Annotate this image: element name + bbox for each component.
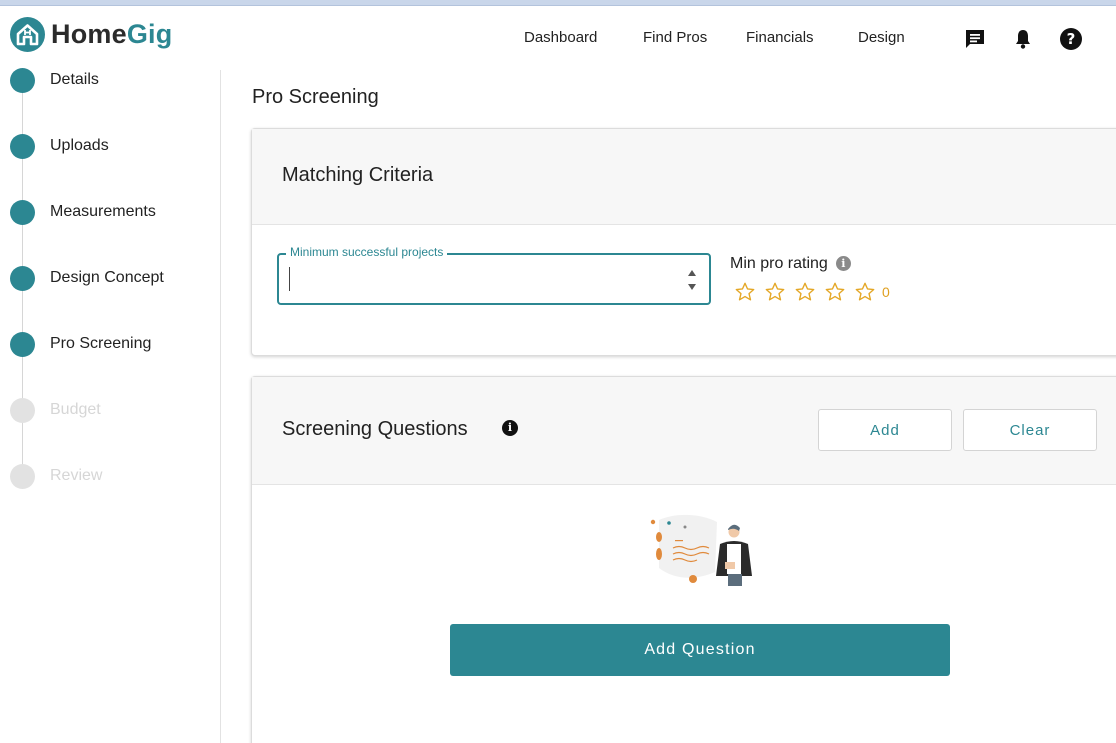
info-icon[interactable]: i [502,420,518,436]
matching-criteria-title: Matching Criteria [282,164,434,186]
step-design-concept[interactable]: Design Concept [10,265,164,291]
step-dot-current [10,331,35,357]
star-icon[interactable] [854,281,876,303]
min-rating-label-row: Min pro rating i [730,255,851,273]
step-measurements[interactable]: Measurements [10,199,156,225]
step-uploads[interactable]: Uploads [10,133,109,159]
screening-questions-title: Screening Questions [282,418,468,440]
min-projects-label: Minimum successful projects [286,245,448,259]
min-rating-label: Min pro rating [730,255,828,272]
min-projects-field[interactable]: Minimum successful projects [277,245,711,305]
house-logo-icon [10,16,45,52]
info-icon[interactable]: i [835,256,851,271]
step-budget[interactable]: Budget [10,397,101,423]
step-pro-screening[interactable]: Pro Screening [10,331,151,357]
star-icon[interactable] [794,281,816,303]
clear-button[interactable]: Clear [963,409,1097,451]
nav-financials[interactable]: Financials [746,29,814,46]
step-dot-complete [10,133,35,159]
step-dot-inactive [10,397,35,423]
min-projects-input[interactable] [289,267,669,291]
stepper-down-icon[interactable] [688,284,696,290]
bell-icon[interactable] [1011,27,1035,51]
nav-find-pros[interactable]: Find Pros [643,29,707,46]
empty-state-illustration [650,514,752,586]
screening-questions-header: Screening Questions i Add Clear [252,377,1116,485]
nav-dashboard[interactable]: Dashboard [524,29,597,46]
step-label: Uploads [50,137,109,154]
logo-text: HomeGig [51,19,172,50]
matching-criteria-card: Matching Criteria Minimum successful pro… [251,128,1116,356]
logo-home-text: Home [51,18,127,49]
homegig-logo[interactable]: HomeGig [10,16,172,52]
progress-sidebar: Details Uploads Measurements Design Conc… [0,67,221,743]
nav-design[interactable]: Design [858,29,905,46]
star-icon[interactable] [824,281,846,303]
step-dot-complete [10,67,35,93]
app-header: HomeGig Dashboard Find Pros Financials D… [0,6,1116,70]
step-dot-inactive [10,463,35,489]
help-icon[interactable]: ? [1059,27,1083,51]
logo-gig-text: Gig [126,18,173,49]
step-details[interactable]: Details [10,67,99,93]
screening-questions-card: Screening Questions i Add Clear Add Ques… [251,376,1116,743]
svg-text:?: ? [1067,30,1076,48]
step-label: Measurements [50,203,156,220]
add-button[interactable]: Add [818,409,952,451]
step-label: Details [50,71,99,88]
step-dot-complete [10,265,35,291]
step-dot-complete [10,199,35,225]
number-stepper[interactable] [685,267,699,293]
step-review[interactable]: Review [10,463,102,489]
step-label: Review [50,467,103,484]
star-icon[interactable] [734,281,756,303]
rating-value: 0 [882,284,890,300]
step-label: Budget [50,401,101,418]
step-label: Design Concept [50,269,164,286]
star-icon[interactable] [764,281,786,303]
step-label: Pro Screening [50,335,152,352]
rating-stars[interactable]: 0 [734,281,890,303]
matching-criteria-header: Matching Criteria [252,129,1116,225]
page-title: Pro Screening [252,86,379,108]
add-question-button[interactable]: Add Question [450,624,950,676]
chat-icon[interactable] [963,27,987,51]
stepper-up-icon[interactable] [688,270,696,276]
